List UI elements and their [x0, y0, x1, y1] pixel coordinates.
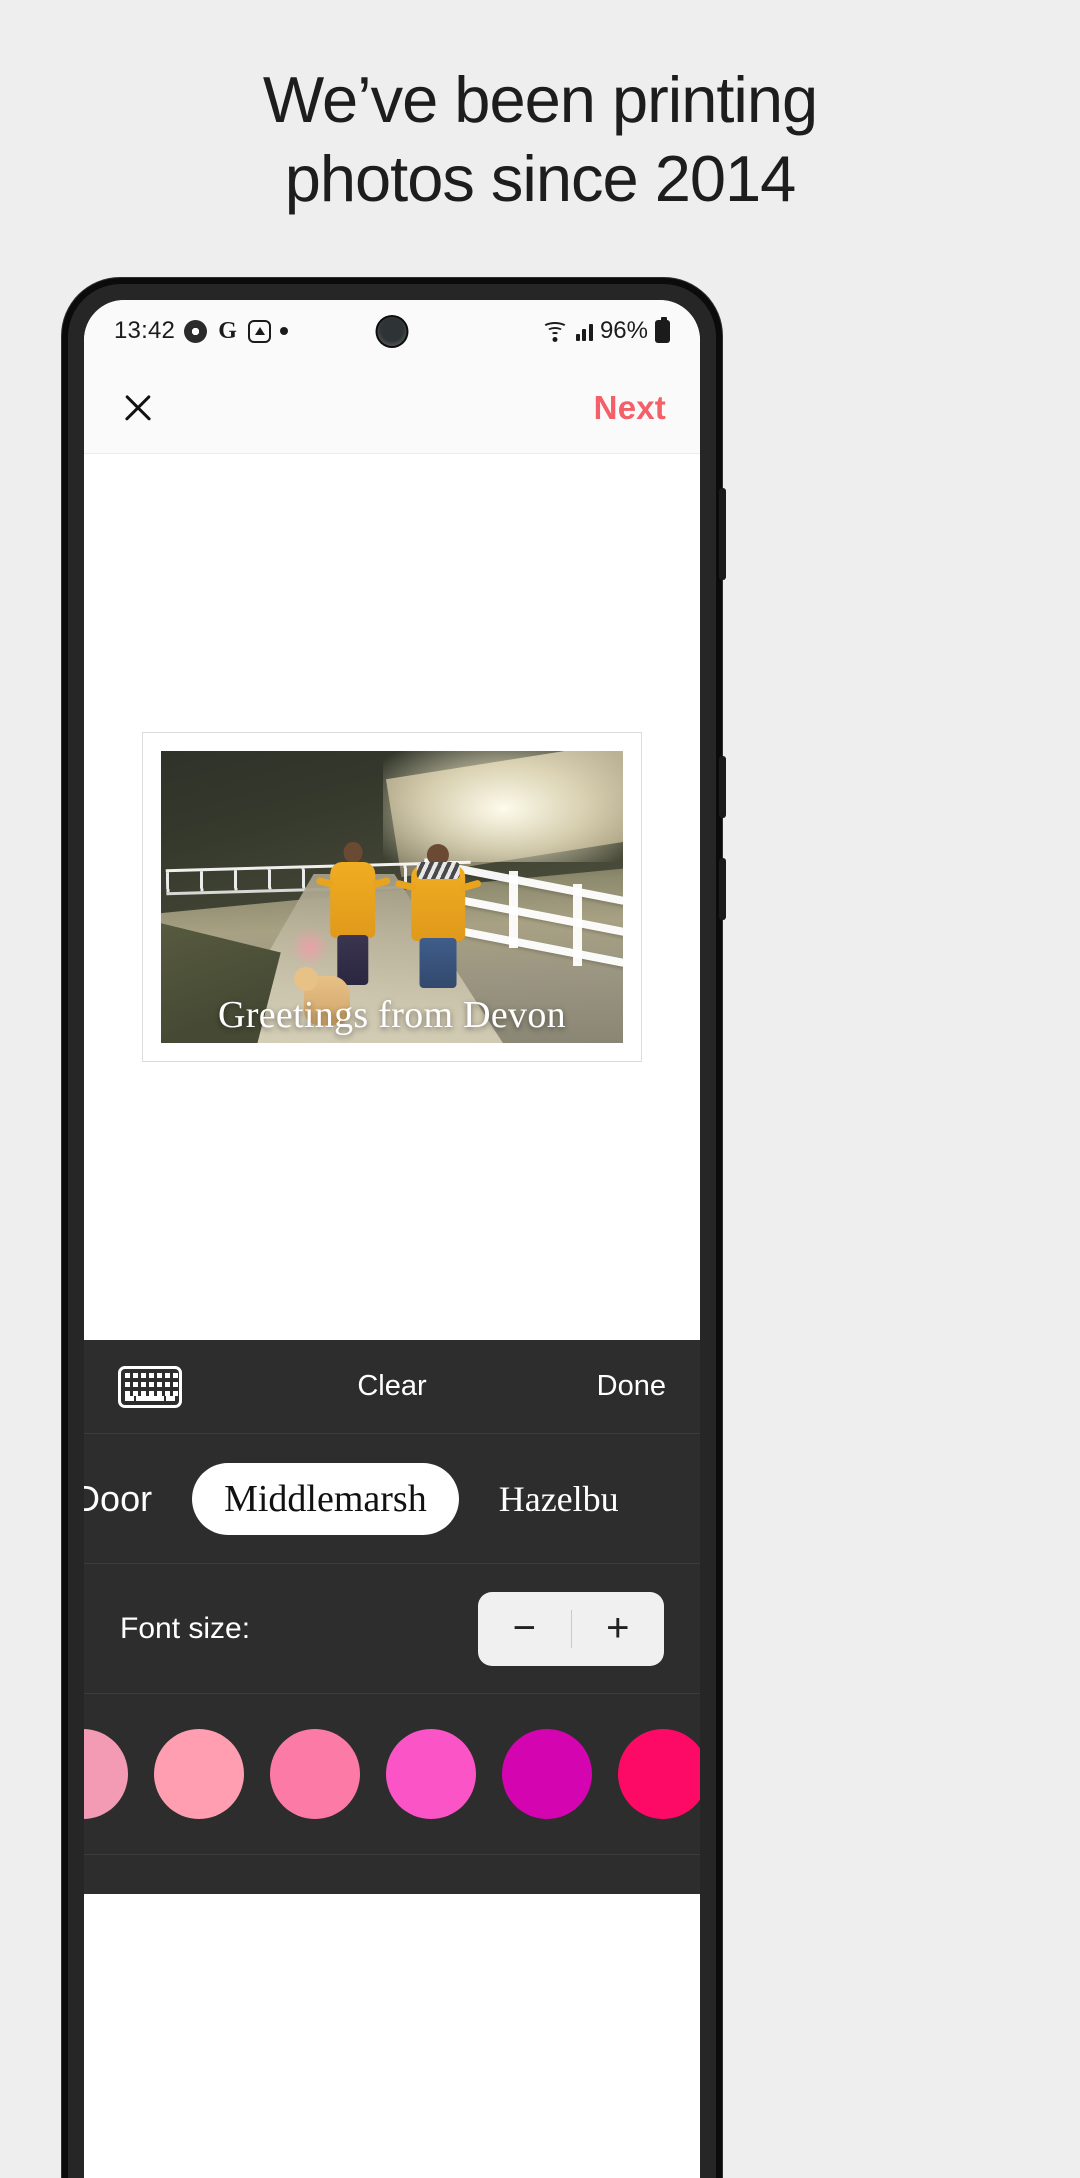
- font-size-row: Font size: − +: [84, 1564, 700, 1694]
- dot-icon: [280, 327, 289, 335]
- postcard-caption-text[interactable]: Greetings from Devon: [161, 993, 623, 1037]
- triangle-alert-icon: [248, 319, 272, 343]
- font-size-stepper: − +: [478, 1591, 665, 1666]
- color-swatch-4[interactable]: [502, 1729, 592, 1819]
- headline-line-1: We’ve been printing: [262, 63, 818, 136]
- app-header-bar: Next: [84, 362, 700, 454]
- chrome-icon: [184, 319, 208, 343]
- phone-side-button-volume: [719, 488, 726, 580]
- font-size-label: Font size:: [120, 1611, 251, 1645]
- close-icon[interactable]: [118, 388, 158, 428]
- battery-percent-label: 96%: [599, 317, 648, 344]
- status-bar-right: 96%: [542, 316, 670, 345]
- status-bar: 13:42 G 96%: [84, 300, 700, 362]
- color-swatch-0[interactable]: [84, 1729, 128, 1819]
- phone-side-button-power: [719, 756, 726, 818]
- battery-icon: [655, 316, 670, 343]
- color-swatch-3[interactable]: [386, 1729, 476, 1819]
- keyboard-icon[interactable]: [118, 1365, 182, 1408]
- color-picker-row[interactable]: [84, 1694, 700, 1854]
- front-camera-punch-hole: [377, 317, 407, 346]
- google-icon: G: [218, 317, 237, 344]
- font-picker-row[interactable]: dle Door Middlemarsh Hazelbu: [84, 1434, 700, 1564]
- font-size-decrease-button[interactable]: −: [478, 1592, 571, 1666]
- font-option-2[interactable]: Hazelbu: [489, 1478, 629, 1520]
- panel-bottom-edge: [84, 1854, 700, 1894]
- page-headline: We’ve been printing photos since 2014: [0, 60, 1080, 219]
- postcard-photo[interactable]: Greetings from Devon: [161, 751, 623, 1043]
- color-swatch-5[interactable]: [618, 1729, 700, 1819]
- clear-button[interactable]: Clear: [357, 1370, 426, 1403]
- postcard-canvas: Greetings from Devon: [84, 454, 700, 1340]
- font-size-increase-button[interactable]: +: [572, 1592, 665, 1666]
- cellular-signal-icon: [575, 321, 593, 341]
- done-button[interactable]: Done: [597, 1370, 666, 1403]
- next-button[interactable]: Next: [594, 389, 666, 427]
- color-swatch-strip: [84, 1729, 700, 1819]
- phone-mockup: 13:42 G 96% Next Greetings from Devon Cl…: [62, 278, 726, 2178]
- color-swatch-1[interactable]: [154, 1729, 244, 1819]
- font-picker-strip: dle Door Middlemarsh Hazelbu: [84, 1462, 629, 1535]
- font-option-1-selected[interactable]: Middlemarsh: [192, 1462, 459, 1535]
- color-swatch-2[interactable]: [270, 1729, 360, 1819]
- editor-toolbar-row: Clear Done: [84, 1340, 700, 1434]
- headline-line-2: photos since 2014: [284, 142, 797, 216]
- phone-screen: 13:42 G 96% Next Greetings from Devon Cl…: [84, 300, 700, 2178]
- status-bar-clock: 13:42: [114, 317, 176, 344]
- wifi-icon: [542, 321, 569, 342]
- photo-person-left: [313, 839, 392, 985]
- postcard-frame[interactable]: Greetings from Devon: [142, 732, 642, 1062]
- text-editor-panel: Clear Done dle Door Middlemarsh Hazelbu …: [84, 1340, 700, 1894]
- font-option-0[interactable]: dle Door: [84, 1478, 162, 1520]
- status-bar-left: 13:42 G: [114, 317, 289, 345]
- phone-side-button-extra: [719, 858, 726, 920]
- photo-person-right: [392, 842, 484, 988]
